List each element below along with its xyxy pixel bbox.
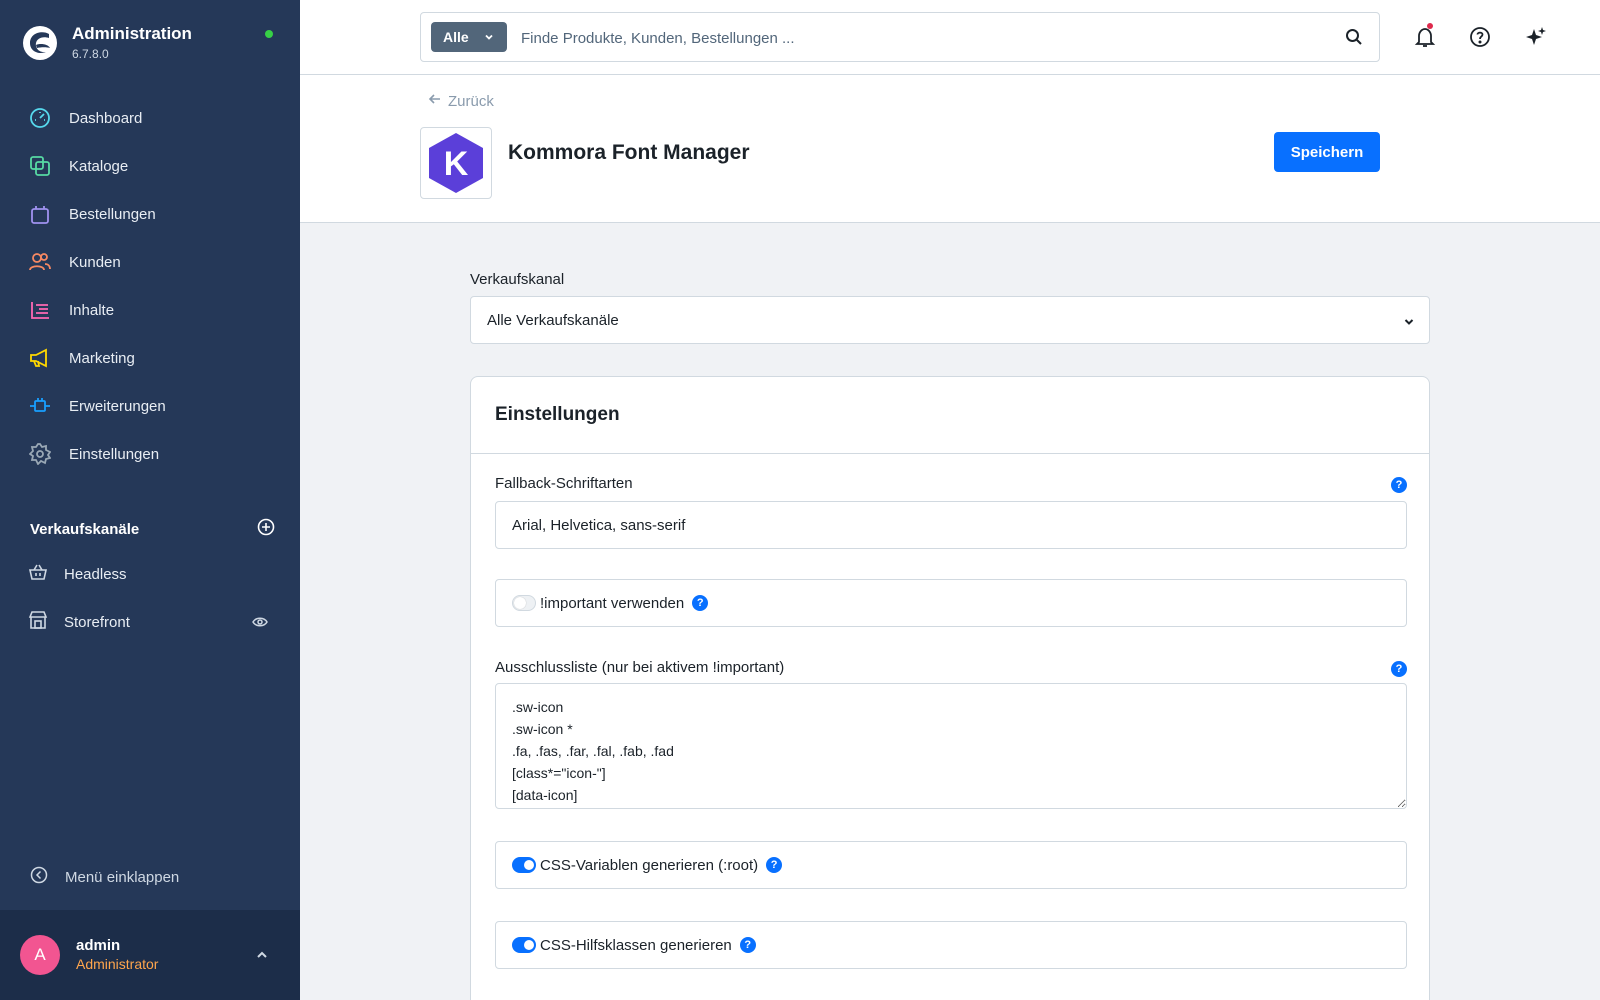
sales-channel-storefront[interactable]: Storefront	[0, 598, 300, 646]
important-toggle-field: !important verwenden ?	[495, 579, 1407, 627]
css-variables-switch[interactable]	[512, 857, 536, 873]
main-content: Verkaufskanal Alle Verkaufskanäle Einste…	[300, 224, 1600, 1000]
plugin-logo: K	[420, 127, 492, 199]
kommora-logo-icon: K	[429, 133, 483, 193]
ai-sparkle-icon[interactable]	[1523, 24, 1549, 50]
top-bar: Alle	[300, 0, 1600, 75]
important-switch[interactable]	[512, 595, 536, 611]
search-input[interactable]	[521, 23, 1301, 53]
user-panel[interactable]: A admin Administrator	[0, 910, 300, 1000]
back-label: Zurück	[448, 92, 494, 110]
nav-label: Kataloge	[69, 157, 129, 175]
app-title: Administration	[72, 24, 192, 43]
search-icon[interactable]	[1345, 28, 1363, 51]
add-sales-channel-icon[interactable]	[257, 518, 275, 541]
help-icon[interactable]	[1467, 24, 1493, 50]
avatar: A	[20, 935, 60, 975]
css-variables-toggle-field: CSS-Variablen generieren (:root) ?	[495, 841, 1407, 889]
exclusion-list-label: Ausschlussliste (nur bei aktivem !import…	[495, 659, 785, 676]
nav-label: Inhalte	[69, 301, 115, 319]
help-icon[interactable]: ?	[766, 857, 783, 873]
help-icon[interactable]: ?	[739, 937, 756, 953]
chevron-up-icon[interactable]	[255, 948, 269, 967]
dashboard-icon	[28, 106, 52, 130]
nav-item-inhalte[interactable]: Inhalte	[0, 286, 300, 334]
nav-label: Erweiterungen	[69, 397, 166, 415]
sales-channel-select[interactable]: Alle Verkaufskanäle	[470, 296, 1430, 344]
nav-item-kunden[interactable]: Kunden	[0, 238, 300, 286]
sales-channel-label: Headless	[64, 565, 127, 583]
nav-item-erweiterungen[interactable]: Erweiterungen	[0, 382, 300, 430]
customers-icon	[28, 250, 52, 274]
app-version: 6.7.8.0	[72, 47, 109, 61]
help-icon[interactable]: ?	[1391, 661, 1407, 677]
search-type-label: Alle	[443, 29, 469, 45]
help-icon[interactable]: ?	[692, 595, 709, 611]
chevron-down-icon	[483, 30, 495, 46]
sales-channel-label: Verkaufskanal	[470, 271, 565, 288]
notification-bell-icon[interactable]	[1412, 23, 1438, 50]
settings-card: Einstellungen Fallback-Schriftarten ? !i…	[470, 376, 1430, 1000]
sales-channel-headless[interactable]: Headless	[0, 550, 300, 598]
helper-classes-toggle-field: CSS-Hilfsklassen generieren ?	[495, 921, 1407, 969]
page-header: Zurück K Kommora Font Manager Speichern	[300, 75, 1600, 223]
arrow-left-icon	[428, 92, 442, 110]
status-indicator	[265, 30, 273, 38]
shopware-logo-icon	[23, 25, 57, 60]
sales-channels-title: Verkaufskanäle	[30, 521, 140, 538]
main-nav: Dashboard Kataloge Bestellungen Kunden I…	[0, 94, 300, 478]
nav-item-dashboard[interactable]: Dashboard	[0, 94, 300, 142]
card-title: Einstellungen	[495, 404, 620, 425]
nav-label: Einstellungen	[69, 445, 160, 463]
sales-channel-value: Alle Verkaufskanäle	[487, 311, 619, 329]
sidebar: Administration 6.7.8.0 Dashboard Katalog…	[0, 0, 300, 1000]
fallback-fonts-label: Fallback-Schriftarten	[495, 475, 633, 492]
brand[interactable]: Administration 6.7.8.0	[22, 24, 192, 61]
chevron-down-icon	[1403, 315, 1415, 332]
basket-icon	[28, 562, 48, 587]
css-variables-label: CSS-Variablen generieren (:root)	[540, 856, 759, 874]
eye-icon[interactable]	[252, 614, 268, 635]
helper-classes-switch[interactable]	[512, 937, 536, 953]
nav-label: Marketing	[69, 349, 135, 367]
bag-icon	[28, 202, 52, 226]
content-icon	[28, 298, 52, 322]
user-name: admin	[76, 937, 121, 954]
nav-item-marketing[interactable]: Marketing	[0, 334, 300, 382]
back-link[interactable]: Zurück	[428, 92, 494, 110]
notification-dot	[1427, 23, 1433, 29]
catalog-icon	[28, 154, 52, 178]
nav-label: Bestellungen	[69, 205, 156, 223]
sales-channels-header: Verkaufskanäle	[30, 518, 275, 541]
megaphone-icon	[28, 346, 52, 370]
help-icon[interactable]: ?	[1391, 477, 1407, 493]
storefront-icon	[28, 610, 48, 635]
chevron-left-circle-icon	[30, 866, 48, 889]
collapse-menu-button[interactable]: Menü einklappen	[30, 866, 179, 889]
nav-item-bestellungen[interactable]: Bestellungen	[0, 190, 300, 238]
fallback-fonts-input[interactable]	[495, 501, 1407, 549]
user-role: Administrator	[76, 956, 159, 972]
nav-item-kataloge[interactable]: Kataloge	[0, 142, 300, 190]
nav-label: Kunden	[69, 253, 121, 271]
nav-item-einstellungen[interactable]: Einstellungen	[0, 430, 300, 478]
global-search: Alle	[420, 12, 1380, 62]
important-label: !important verwenden	[540, 594, 685, 612]
logo-letter: K	[444, 145, 469, 183]
helper-classes-label: CSS-Hilfsklassen generieren	[540, 936, 732, 954]
collapse-menu-label: Menü einklappen	[65, 869, 180, 886]
save-button[interactable]: Speichern	[1274, 132, 1380, 172]
nav-label: Dashboard	[69, 109, 143, 127]
exclusion-list-textarea[interactable]: .sw-icon .sw-icon * .fa, .fas, .far, .fa…	[495, 683, 1407, 809]
plug-icon	[28, 394, 52, 418]
sales-channel-list: Headless Storefront	[0, 550, 300, 646]
gear-icon	[28, 442, 52, 466]
search-type-dropdown[interactable]: Alle	[431, 22, 507, 52]
page-title: Kommora Font Manager	[508, 141, 750, 164]
sales-channel-label: Storefront	[64, 613, 130, 631]
card-header: Einstellungen	[471, 377, 1429, 454]
